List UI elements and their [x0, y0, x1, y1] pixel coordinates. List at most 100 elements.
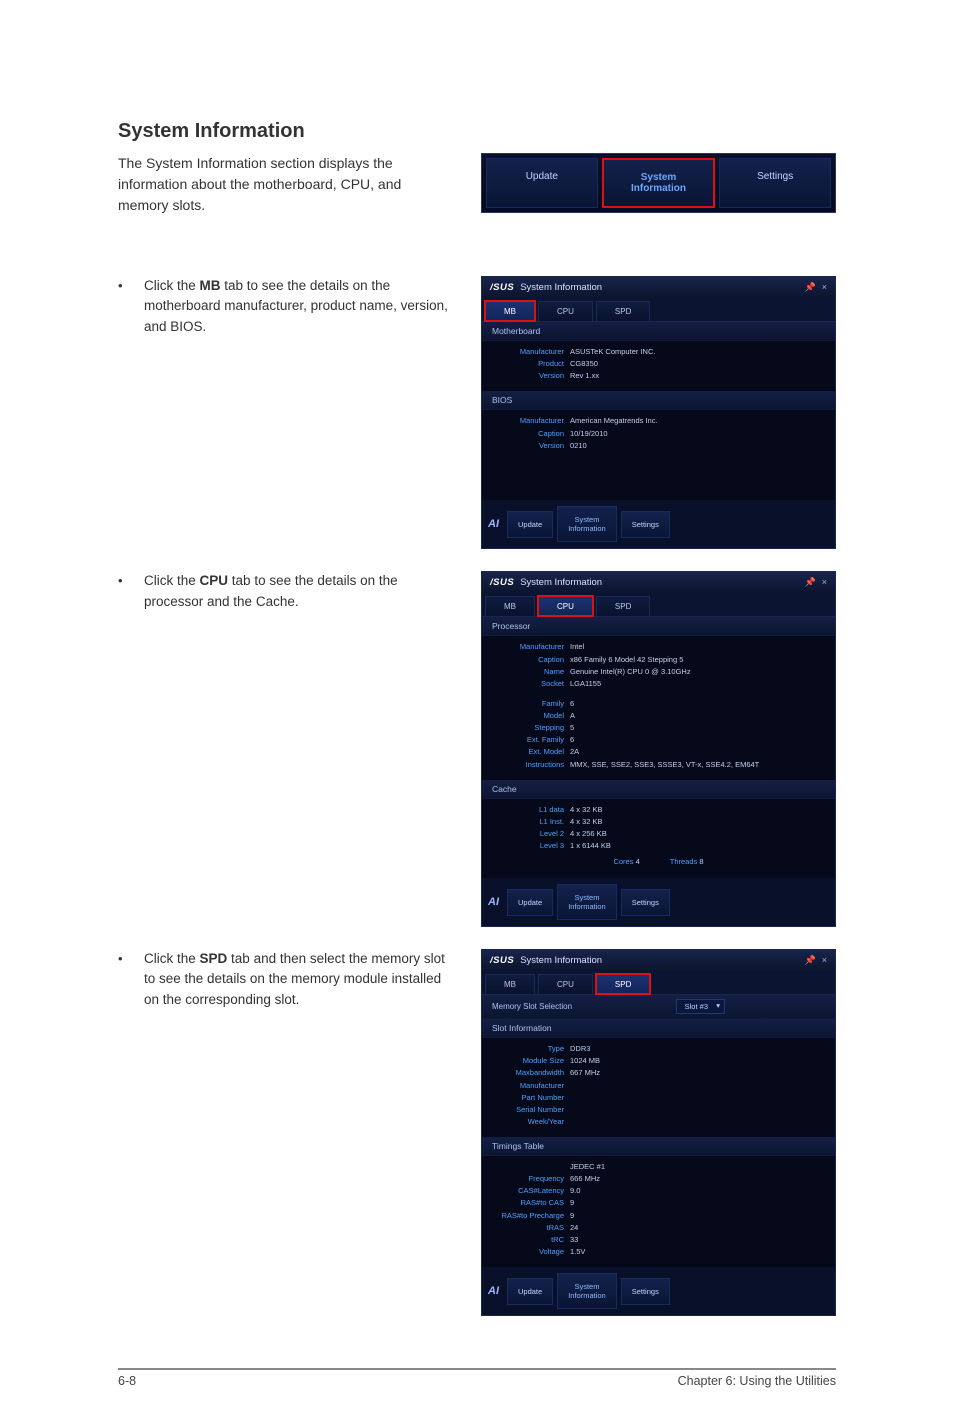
value: 4 x 32 KB	[570, 805, 825, 815]
footer-sysinfo-button[interactable]: SystemInformation	[557, 884, 617, 920]
section-timings: Timings Table	[482, 1137, 835, 1156]
ai-logo-icon: AI	[488, 896, 499, 908]
footer-update-button[interactable]: Update	[507, 1278, 553, 1305]
label: Caption	[492, 655, 564, 665]
value: 33	[570, 1235, 825, 1245]
asus-logo: /SUS	[490, 955, 514, 966]
asus-logo: /SUS	[490, 577, 514, 588]
mb-bullet-text: Click the MB tab to see the details on t…	[144, 276, 451, 337]
value: Intel	[570, 642, 825, 652]
page-footer: 6-8 Chapter 6: Using the Utilities	[118, 1368, 836, 1388]
section-motherboard: Motherboard	[482, 322, 835, 341]
label: Serial Number	[492, 1105, 564, 1115]
footer-update-button[interactable]: Update	[507, 889, 553, 916]
footer-settings-button[interactable]: Settings	[621, 889, 670, 916]
label: L1 data	[492, 805, 564, 815]
value: 5	[570, 723, 825, 733]
label: L1 Inst.	[492, 817, 564, 827]
tab-cpu[interactable]: CPU	[538, 974, 593, 994]
label-line1: System	[641, 172, 677, 183]
window-title: System Information	[520, 282, 602, 293]
value: JEDEC #1	[570, 1162, 825, 1172]
value: CG8350	[570, 359, 825, 369]
value: 667 MHz	[570, 1068, 825, 1078]
pin-icon[interactable]: 📌	[805, 577, 816, 588]
value: 4 x 32 KB	[570, 817, 825, 827]
label: RAS#to CAS	[492, 1198, 564, 1208]
cores-value: 4	[636, 857, 640, 866]
spd-bullet-text: Click the SPD tab and then select the me…	[144, 949, 451, 1010]
footer-update-button[interactable]: Update	[507, 511, 553, 538]
spd-window: /SUS System Information 📌 × MB CPU SPD M…	[481, 949, 836, 1316]
label: Level 2	[492, 829, 564, 839]
nav-system-information-button[interactable]: System Information	[602, 158, 716, 208]
cores-label: Cores	[613, 857, 633, 866]
label: Frequency	[492, 1174, 564, 1184]
ai-logo-icon: AI	[488, 1285, 499, 1297]
tab-mb[interactable]: MB	[485, 301, 535, 321]
label: Name	[492, 667, 564, 677]
value: LGA1155	[570, 679, 825, 689]
footer-settings-button[interactable]: Settings	[621, 1278, 670, 1305]
label: Ext. Model	[492, 747, 564, 757]
ai-logo-icon: AI	[488, 518, 499, 530]
label: Instructions	[492, 760, 564, 770]
tab-cpu[interactable]: CPU	[538, 596, 593, 616]
cpu-bullet-text: Click the CPU tab to see the details on …	[144, 571, 451, 612]
nav-settings-button[interactable]: Settings	[719, 158, 831, 208]
nav-update-button[interactable]: Update	[486, 158, 598, 208]
footer-sysinfo-button[interactable]: SystemInformation	[557, 1273, 617, 1309]
label: Caption	[492, 429, 564, 439]
page-heading: System Information	[118, 120, 836, 143]
value: 1024 MB	[570, 1056, 825, 1066]
bullet-icon: •	[118, 571, 124, 612]
label: Level 3	[492, 841, 564, 851]
close-icon[interactable]: ×	[822, 282, 827, 293]
pin-icon[interactable]: 📌	[805, 955, 816, 966]
label: Manufacturer	[492, 347, 564, 357]
label: Manufacturer	[492, 1081, 564, 1091]
section-bios: BIOS	[482, 391, 835, 410]
value	[570, 1117, 825, 1127]
value: 2A	[570, 747, 825, 757]
footer-settings-button[interactable]: Settings	[621, 511, 670, 538]
tab-mb[interactable]: MB	[485, 974, 535, 994]
value: 10/19/2010	[570, 429, 825, 439]
footer-sysinfo-button[interactable]: SystemInformation	[557, 506, 617, 542]
value: ASUSTeK Computer INC.	[570, 347, 825, 357]
label: Manufacturer	[492, 416, 564, 426]
pin-icon[interactable]: 📌	[805, 282, 816, 293]
label: Type	[492, 1044, 564, 1054]
window-title: System Information	[520, 577, 602, 588]
section-processor: Processor	[482, 617, 835, 636]
window-title: System Information	[520, 955, 602, 966]
slot-selection-label: Memory Slot Selection	[492, 1002, 572, 1011]
tab-cpu[interactable]: CPU	[538, 301, 593, 321]
chevron-down-icon: ▾	[716, 1001, 720, 1010]
value: 4 x 256 KB	[570, 829, 825, 839]
tab-spd[interactable]: SPD	[596, 596, 650, 616]
slot-dropdown[interactable]: Slot #3 ▾	[676, 999, 725, 1014]
value: American Megatrends Inc.	[570, 416, 825, 426]
label: Family	[492, 699, 564, 709]
value: 9	[570, 1211, 825, 1221]
close-icon[interactable]: ×	[822, 955, 827, 966]
tab-mb[interactable]: MB	[485, 596, 535, 616]
mb-window: /SUS System Information 📌 × MB CPU SPD M…	[481, 276, 836, 549]
tab-spd[interactable]: SPD	[596, 974, 650, 994]
label: Version	[492, 441, 564, 451]
label: tRC	[492, 1235, 564, 1245]
value: Rev 1.xx	[570, 371, 825, 381]
value: Genuine Intel(R) CPU 0 @ 3.10GHz	[570, 667, 825, 677]
label: Version	[492, 371, 564, 381]
value: MMX, SSE, SSE2, SSE3, SSSE3, VT-x, SSE4.…	[570, 760, 825, 770]
tab-spd[interactable]: SPD	[596, 301, 650, 321]
cpu-window: /SUS System Information 📌 × MB CPU SPD P…	[481, 571, 836, 927]
close-icon[interactable]: ×	[822, 577, 827, 588]
label: Socket	[492, 679, 564, 689]
label: Model	[492, 711, 564, 721]
value	[570, 1093, 825, 1103]
nav-thumbnail: Update System Information Settings	[481, 153, 836, 213]
value: 6	[570, 699, 825, 709]
value	[570, 1081, 825, 1091]
